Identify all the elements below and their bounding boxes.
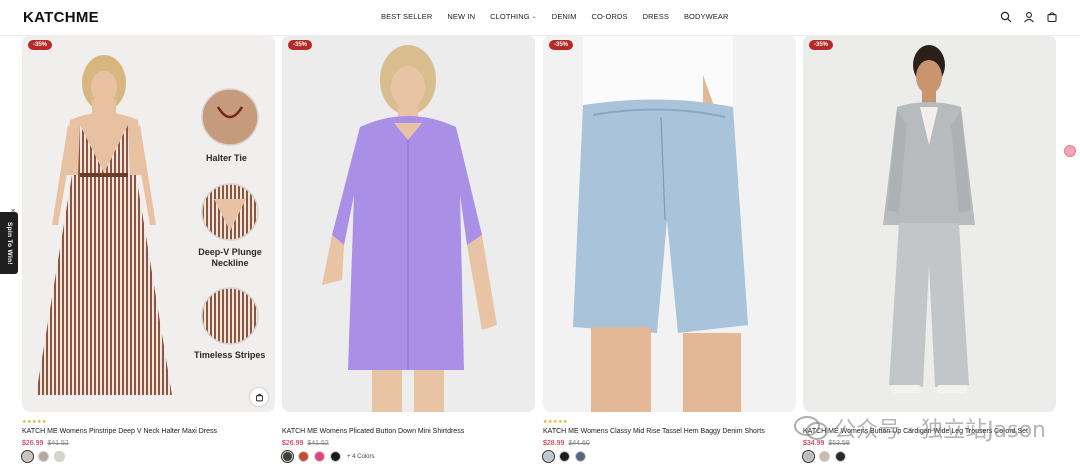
color-swatch[interactable]	[803, 451, 814, 462]
sale-price: $26.99	[22, 440, 44, 447]
wechat-logo-icon	[794, 416, 829, 440]
color-swatch[interactable]	[835, 451, 846, 462]
quick-add-button[interactable]	[250, 388, 268, 406]
rating-stars: ★★★★★	[22, 419, 47, 425]
account-icon[interactable]	[1023, 11, 1035, 23]
callout-timeless-stripes: Timeless Stripes	[194, 350, 266, 360]
price-row: $26.99 $41.52	[22, 439, 275, 448]
product-image[interactable]: -35% Halter Tie Deep-V Plunge Neckline T…	[22, 35, 275, 412]
nav-label: DRESS	[642, 12, 669, 21]
nav-clothing[interactable]: CLOTHING ⌄	[490, 12, 537, 21]
spin-to-win-tab[interactable]: Spin To Win!	[0, 212, 18, 274]
color-swatches	[543, 451, 796, 462]
compare-price: $41.52	[47, 440, 69, 447]
watermark: 公众号 · 独立站Jason	[794, 412, 1046, 444]
product-info: ★★★★★ KATCH ME Womens Classy Mid Rise Ta…	[543, 419, 796, 462]
nav-bodywear[interactable]: BODYWEAR	[684, 12, 729, 21]
product-image[interactable]: -35%	[543, 35, 796, 412]
site-header: KATCHME BEST SELLER NEW IN CLOTHING ⌄ DEN…	[0, 0, 1080, 36]
discount-badge: -35%	[809, 40, 834, 50]
color-swatch[interactable]	[575, 451, 586, 462]
main-nav: BEST SELLER NEW IN CLOTHING ⌄ DENIM CO-OR…	[381, 12, 729, 21]
sale-price: $26.99	[282, 440, 304, 447]
discount-badge: -35%	[549, 40, 574, 50]
nav-label: CO-ORDS	[591, 12, 628, 21]
nav-co-ords[interactable]: CO-ORDS	[591, 12, 627, 21]
brand-logo[interactable]: KATCHME	[23, 9, 99, 26]
product-info: KATCH ME Womens Plicated Button Down Min…	[282, 419, 535, 462]
watermark-text: 公众号 · 独立站Jason	[834, 418, 1046, 443]
discount-badge: -35%	[288, 40, 313, 50]
lilac-shirtdress-photo	[322, 45, 497, 412]
nav-best-seller[interactable]: BEST SELLER	[381, 12, 432, 21]
nav-label: BEST SELLER	[381, 12, 433, 21]
color-swatch[interactable]	[38, 451, 49, 462]
color-swatch[interactable]	[22, 451, 33, 462]
product-image[interactable]: -35%	[282, 35, 535, 412]
color-swatch[interactable]	[298, 451, 309, 462]
nav-label: NEW IN	[447, 12, 476, 21]
nav-label: DENIM	[551, 12, 577, 21]
chevron-down-icon: ⌄	[531, 14, 537, 20]
bag-icon	[255, 393, 263, 401]
color-swatches: + 4 Colors	[282, 451, 535, 462]
color-swatch[interactable]	[330, 451, 341, 462]
price-row: $26.99 $41.52	[282, 439, 535, 448]
color-swatch[interactable]	[282, 451, 293, 462]
nav-dress[interactable]: DRESS	[643, 12, 669, 21]
search-icon[interactable]	[1000, 11, 1012, 23]
page: KATCHME BEST SELLER NEW IN CLOTHING ⌄ DEN…	[0, 0, 1080, 471]
cart-icon[interactable]	[1046, 11, 1058, 23]
denim-shorts-photo	[573, 35, 748, 412]
product-card[interactable]: -35% KATCH ME Womens Button Up Cardigan …	[803, 35, 1056, 462]
product-card[interactable]: -35% KATCH ME Womens Plicated Button Dow…	[282, 35, 535, 462]
product-card[interactable]: -35% ★★★★★ KATCH ME Womens Classy Mid Ri…	[543, 35, 796, 462]
nav-label: CLOTHING	[490, 12, 530, 21]
color-swatch[interactable]	[819, 451, 830, 462]
grey-co-ord-photo	[883, 45, 975, 393]
header-icons	[1000, 11, 1058, 23]
nav-denim[interactable]: DENIM	[552, 12, 577, 21]
color-swatch[interactable]	[559, 451, 570, 462]
color-swatch[interactable]	[314, 451, 325, 462]
product-title[interactable]: KATCH ME Womens Plicated Button Down Min…	[282, 427, 535, 436]
product-info: ★★★★★ KATCH ME Womens Pinstripe Deep V N…	[22, 419, 275, 462]
color-swatch[interactable]	[543, 451, 554, 462]
floating-widget-icon[interactable]	[1064, 145, 1076, 157]
nav-label: BODYWEAR	[683, 12, 729, 21]
sale-price: $28.99	[543, 440, 565, 447]
product-title[interactable]: KATCH ME Womens Pinstripe Deep V Neck Ha…	[22, 427, 275, 436]
callout-deep-v: Deep-V Plunge Neckline	[198, 247, 262, 268]
product-card[interactable]: -35% Halter Tie Deep-V Plunge Neckline T…	[22, 35, 275, 462]
compare-price: $44.60	[568, 440, 590, 447]
color-swatch[interactable]	[54, 451, 65, 462]
color-swatches	[22, 451, 275, 462]
price-row: $28.99 $44.60	[543, 439, 796, 448]
callout-halter-tie: Halter Tie	[206, 153, 247, 163]
rating-stars	[282, 419, 535, 425]
discount-badge: -35%	[28, 40, 53, 50]
nav-new-in[interactable]: NEW IN	[447, 12, 475, 21]
more-colors-link[interactable]: + 4 Colors	[347, 454, 375, 460]
product-title[interactable]: KATCH ME Womens Classy Mid Rise Tassel H…	[543, 427, 796, 436]
color-swatches	[803, 451, 1056, 462]
product-image[interactable]: -35%	[803, 35, 1056, 412]
rating-stars: ★★★★★	[543, 419, 568, 425]
compare-price: $41.52	[307, 440, 329, 447]
